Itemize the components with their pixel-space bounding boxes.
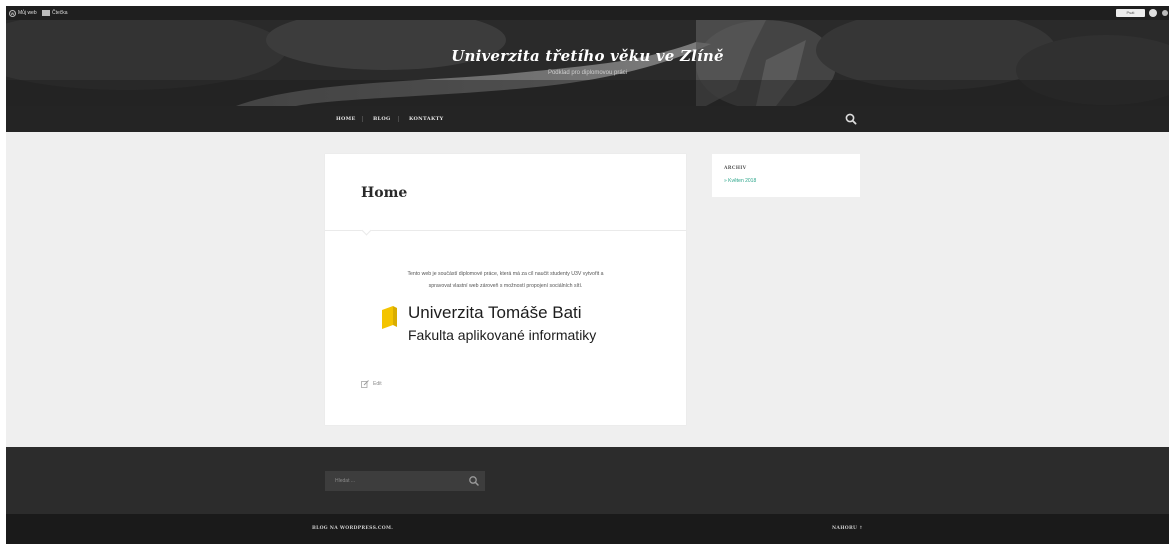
footer-widget-area: Hledat ... xyxy=(6,447,1169,514)
reader-menu[interactable]: Čtečka xyxy=(42,6,68,20)
admin-bar: W Můj web Čtečka Psát xyxy=(6,6,1169,20)
logo-university-name: Univerzita Tomáše Bati xyxy=(408,303,582,322)
nav-separator xyxy=(398,116,399,122)
site-title[interactable]: Univerzita třetího věku ve Zlíně xyxy=(6,47,1169,65)
wordpress-logo-icon: W xyxy=(9,9,16,17)
pencil-icon xyxy=(361,380,369,388)
nav-item-home[interactable]: HOME xyxy=(336,106,356,132)
nav-item-kontakty[interactable]: KONTAKTY xyxy=(409,106,444,132)
divider-notch xyxy=(361,225,372,236)
site-description: Podklad pro diplomovou práci xyxy=(547,70,628,76)
edit-label: Edit xyxy=(373,381,382,387)
nav-separator xyxy=(362,116,363,122)
footer-search-input[interactable]: Hledat ... xyxy=(325,471,485,491)
back-to-top-link[interactable]: NAHORU ↑ xyxy=(832,514,863,544)
browser-viewport: W Můj web Čtečka Psát Univerzita třetího… xyxy=(6,6,1169,544)
utb-logo: Univerzita Tomáše Bati Fakulta aplikovan… xyxy=(382,303,622,349)
page-article: Home Tento web je součástí diplomové prá… xyxy=(325,154,686,425)
reader-icon xyxy=(42,10,50,16)
nav-item-blog[interactable]: BLOG xyxy=(373,106,391,132)
archive-widget: ARCHIV » Květen 2018 xyxy=(712,154,860,197)
logo-faculty-name: Fakulta aplikované informatiky xyxy=(408,327,597,343)
site-footer: BLOG NA WORDPRESS.COM. NAHORU ↑ xyxy=(6,514,1169,544)
page-title: Home xyxy=(361,185,408,201)
intro-paragraph: Tento web je součástí diplomové práce, k… xyxy=(361,268,650,292)
my-site-menu[interactable]: W Můj web xyxy=(9,6,37,20)
avatar[interactable] xyxy=(1149,9,1157,17)
main-navigation: HOME BLOG KONTAKTY xyxy=(6,106,1169,132)
notifications-icon[interactable] xyxy=(1162,10,1168,16)
write-label: Psát xyxy=(1126,10,1135,15)
edit-link[interactable]: Edit xyxy=(361,380,382,388)
write-button[interactable]: Psát xyxy=(1116,9,1145,17)
search-icon[interactable] xyxy=(844,112,858,126)
intro-line: Tento web je součástí diplomové práce, k… xyxy=(407,271,604,277)
search-placeholder: Hledat ... xyxy=(335,478,356,484)
divider xyxy=(325,230,686,231)
intro-line: spravovat vlastní web zároveň s možností… xyxy=(428,283,583,289)
book-logo-icon xyxy=(382,306,397,329)
my-site-label: Můj web xyxy=(18,10,37,16)
footer-credit-link[interactable]: BLOG NA WORDPRESS.COM. xyxy=(312,514,393,544)
widget-title: ARCHIV xyxy=(724,166,747,171)
search-icon[interactable] xyxy=(468,475,480,487)
archive-link-may-2018[interactable]: » Květen 2018 xyxy=(724,178,756,184)
reader-label: Čtečka xyxy=(52,10,68,16)
site-header: Univerzita třetího věku ve Zlíně Podklad… xyxy=(6,20,1169,106)
